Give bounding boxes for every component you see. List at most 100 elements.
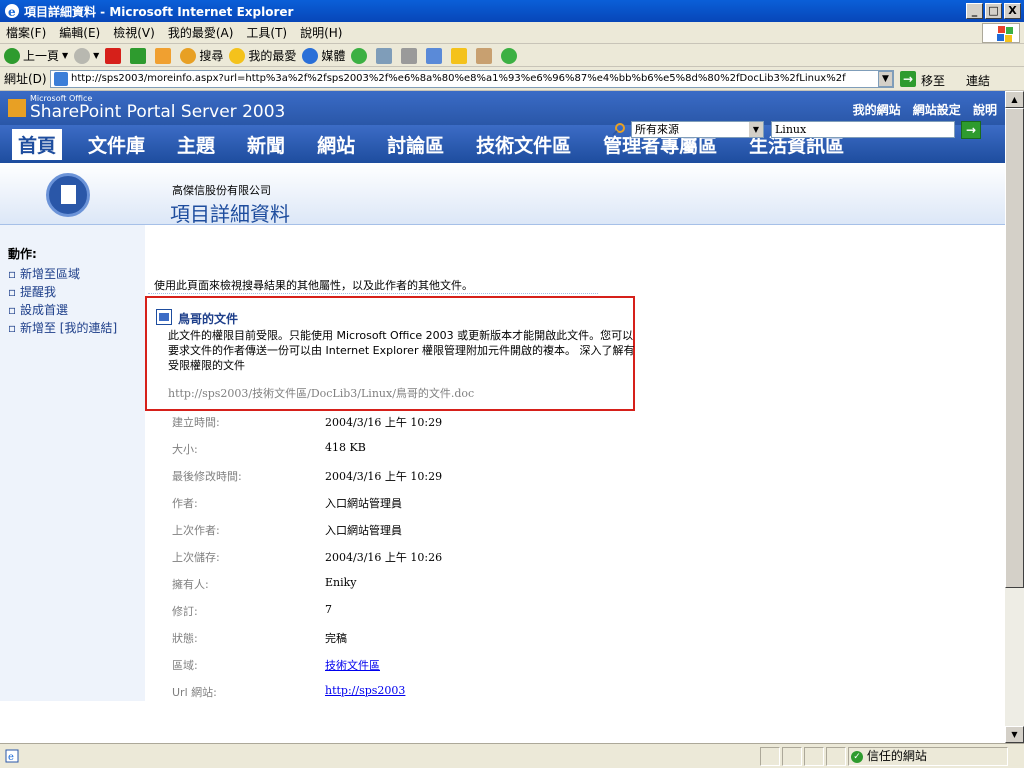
title-area: 高傑信股份有限公司 項目詳細資料 xyxy=(0,163,1005,226)
action-add-to-my-links[interactable]: ▫ 新增至 [我的連結] xyxy=(8,319,117,336)
prop-value-owner: Eniky xyxy=(325,576,357,589)
menu-help[interactable]: 說明(H) xyxy=(300,24,342,41)
status-bar: e ✓ 信任的網站 xyxy=(0,743,1024,768)
prop-label-modified: 最後修改時間: xyxy=(172,470,242,483)
nav-discussions[interactable]: 討論區 xyxy=(381,129,450,160)
stop-button[interactable] xyxy=(105,47,124,64)
document-title-link[interactable]: 鳥哥的文件 xyxy=(178,310,238,327)
prop-label-owner: 擁有人: xyxy=(172,578,209,591)
svg-text:e: e xyxy=(8,5,16,19)
search-go-button[interactable]: → xyxy=(961,121,981,139)
status-cell xyxy=(826,747,846,766)
document-icon xyxy=(46,173,90,217)
word-document-icon xyxy=(156,309,172,325)
page-title: 項目詳細資料 xyxy=(170,202,290,226)
windows-logo-icon xyxy=(982,23,1020,43)
favorites-button[interactable]: 我的最愛 xyxy=(229,47,296,64)
prop-label-last-saved: 上次儲存: xyxy=(172,551,220,564)
area-link[interactable]: 技術文件區 xyxy=(325,657,380,673)
home-button[interactable] xyxy=(155,47,174,64)
address-label: 網址(D) xyxy=(4,72,47,86)
print-button[interactable] xyxy=(401,47,420,64)
research-icon xyxy=(476,47,493,64)
history-icon xyxy=(351,47,368,64)
status-cell xyxy=(782,747,802,766)
company-name: 高傑信股份有限公司 xyxy=(172,184,271,197)
prop-value-size: 418 KB xyxy=(325,441,366,454)
window-titlebar[interactable]: e 項目詳細資料 - Microsoft Internet Explorer _… xyxy=(0,0,1024,22)
back-button[interactable]: 上一頁 ▼ xyxy=(4,47,68,64)
address-input[interactable]: http://sps2003/moreinfo.aspx?url=http%3a… xyxy=(50,70,894,88)
action-set-best-bet[interactable]: ▫ 設成首選 xyxy=(8,301,68,318)
actions-panel: 動作: ▫ 新增至區域 ▫ 提醒我 ▫ 設成首選 ▫ 新增至 [我的連結] xyxy=(0,225,145,701)
research-button[interactable] xyxy=(476,47,495,64)
menu-bar: 檔案(F) 編輯(E) 檢視(V) 我的最愛(A) 工具(T) 說明(H) xyxy=(0,22,1024,44)
address-dropdown-button[interactable]: ▼ xyxy=(878,71,893,87)
prop-label-created: 建立時間: xyxy=(172,416,220,429)
divider xyxy=(148,293,598,294)
menu-edit[interactable]: 編輯(E) xyxy=(59,24,100,41)
minimize-button[interactable]: _ xyxy=(966,3,983,19)
prop-value-last-saved: 2004/3/16 上午 10:26 xyxy=(325,551,443,564)
history-button[interactable] xyxy=(351,47,370,64)
address-bar: 網址(D) http://sps2003/moreinfo.aspx?url=h… xyxy=(0,67,1024,91)
go-button[interactable]: 移至 xyxy=(921,72,945,89)
media-icon xyxy=(302,47,319,64)
site-url-link[interactable]: http://sps2003 xyxy=(325,684,405,697)
close-button[interactable]: X xyxy=(1004,3,1021,19)
prop-label-size: 大小: xyxy=(172,443,198,456)
refresh-icon xyxy=(130,47,147,64)
vertical-scrollbar[interactable]: ▲ ▼ xyxy=(1005,91,1024,743)
back-arrow-icon xyxy=(4,47,20,64)
maximize-button[interactable]: □ xyxy=(985,3,1002,19)
intro-text: 使用此頁面來檢視搜尋結果的其他屬性，以及此作者的其他文件。 xyxy=(154,279,473,292)
mail-button[interactable] xyxy=(376,47,395,64)
nav-news[interactable]: 新聞 xyxy=(241,129,291,160)
go-arrow-icon[interactable]: → xyxy=(900,71,916,87)
page-status-icon: e xyxy=(5,749,19,763)
search-icon xyxy=(180,47,197,64)
chevron-down-icon: ▼ xyxy=(62,51,69,60)
forward-arrow-icon xyxy=(74,47,91,64)
nav-tech-docs[interactable]: 技術文件區 xyxy=(470,129,577,160)
scroll-down-button[interactable]: ▼ xyxy=(1005,726,1024,743)
search-input[interactable]: Linux xyxy=(771,121,955,138)
nav-sites[interactable]: 網站 xyxy=(311,129,361,160)
prop-value-last-author: 入口網站管理員 xyxy=(325,524,402,537)
search-scope-select[interactable]: 所有來源 ▼ xyxy=(631,121,764,138)
menu-file[interactable]: 檔案(F) xyxy=(6,24,46,41)
prop-value-revision: 7 xyxy=(325,603,332,616)
help-link[interactable]: 說明 xyxy=(973,103,997,117)
action-add-to-area[interactable]: ▫ 新增至區域 xyxy=(8,265,80,282)
svg-text:e: e xyxy=(8,752,14,763)
forward-button[interactable]: ▼ xyxy=(74,47,99,64)
nav-home[interactable]: 首頁 xyxy=(12,128,63,160)
site-settings-link[interactable]: 網站設定 xyxy=(913,103,961,117)
messenger-icon xyxy=(501,47,518,64)
status-cell xyxy=(804,747,824,766)
prop-label-status: 狀態: xyxy=(172,632,198,645)
menu-favorites[interactable]: 我的最愛(A) xyxy=(168,24,234,41)
nav-document-library[interactable]: 文件庫 xyxy=(82,129,151,160)
search-button[interactable]: 搜尋 xyxy=(180,47,223,64)
actions-heading: 動作: xyxy=(8,247,37,261)
star-icon xyxy=(229,47,246,64)
discuss-button[interactable] xyxy=(451,47,470,64)
nav-topics[interactable]: 主題 xyxy=(171,129,221,160)
menu-tools[interactable]: 工具(T) xyxy=(246,24,287,41)
edit-button[interactable] xyxy=(426,47,445,64)
scroll-thumb[interactable] xyxy=(1005,108,1024,588)
status-cell xyxy=(760,747,780,766)
my-site-link[interactable]: 我的網站 xyxy=(853,103,901,117)
links-button[interactable]: 連結 xyxy=(966,72,990,89)
scroll-up-button[interactable]: ▲ xyxy=(1005,91,1024,108)
office-logo-icon xyxy=(8,99,26,117)
restricted-permission-message: 此文件的權限目前受限。只能使用 Microsoft Office 2003 或更… xyxy=(168,329,635,372)
refresh-button[interactable] xyxy=(130,47,149,64)
menu-view[interactable]: 檢視(V) xyxy=(113,24,155,41)
check-icon: ✓ xyxy=(851,750,863,763)
search-icon xyxy=(612,123,625,136)
messenger-button[interactable] xyxy=(501,47,520,64)
media-button[interactable]: 媒體 xyxy=(302,47,345,64)
action-alert-me[interactable]: ▫ 提醒我 xyxy=(8,283,56,300)
